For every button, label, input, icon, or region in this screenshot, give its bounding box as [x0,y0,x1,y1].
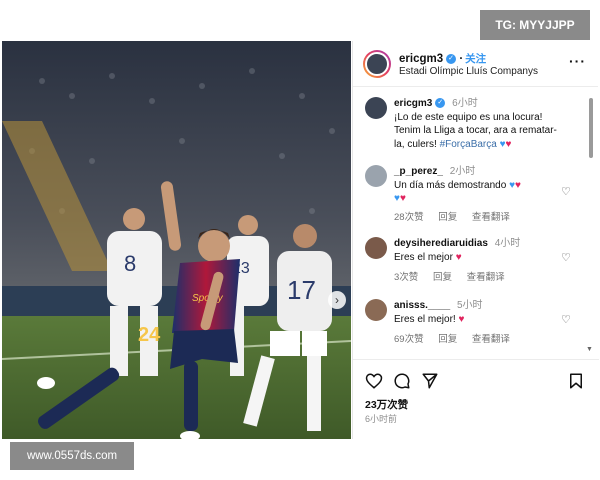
comment-time: 4小时 [494,238,521,249]
comment-time: 2小时 [449,166,476,177]
action-bar: 23万次赞 6小时前 [353,359,599,439]
post-time: 6小时前 [365,414,398,424]
jersey-number-8: 8 [124,251,136,276]
caption-time: 6小时 [452,98,478,109]
reply-button[interactable]: 回复 [433,272,452,283]
caption-line-3: la, culers! [394,138,437,150]
like-comment-icon[interactable]: ♡ [561,313,573,326]
reply-button[interactable]: 回复 [438,334,457,345]
comment-text: _p_perez_ 2小时 Un día más demostrando ♥♥ … [394,165,579,206]
football-scene: 8 23 17 Spotify 24 [2,41,351,439]
caption-username[interactable]: ericgm3 [394,98,432,109]
red-heart-icon: ♥ [458,313,465,325]
watermark-site-text: www.0557ds.com [26,450,118,462]
author-avatar[interactable] [365,52,389,76]
comment-like-count[interactable]: 3次赞 [394,272,418,283]
comment-time: 5小时 [456,300,483,311]
follow-button[interactable]: 关注 [465,53,486,65]
hashtag-link[interactable]: #ForçaBarça [440,139,497,150]
next-photo-icon[interactable]: › [328,291,346,309]
jersey-number-17: 17 [287,275,316,305]
caption-item: ericgm3 ✓ 6小时 ¡Lo de este equipo es una l… [353,97,587,157]
comment-text: anisss.____ 5小时 Eres el mejor! ♥ [394,299,579,326]
comment-item: _p_perez_ 2小时 Un día más demostrando ♥♥ … [353,165,587,227]
watermark-tg-text: TG: MYYJJPP [495,18,575,32]
share-icon[interactable] [421,372,439,390]
red-heart-icon: ♥ [505,138,512,150]
caption-text: ericgm3 ✓ 6小时 ¡Lo de este equipo es una l… [394,97,579,151]
commenter-avatar[interactable] [365,165,387,187]
like-comment-icon[interactable]: ♡ [561,251,573,264]
comments-scrollbar[interactable] [589,98,593,158]
post-panel: ericgm3 ✓ · 关注 Estadi Olímpic Lluís Compan… [352,41,599,439]
bullet-separator: · [459,53,464,65]
comment-body: Eres el mejor! [394,313,456,325]
caption-line-1: ¡Lo de este equipo es una locura! [394,111,543,123]
comment-meta: 3次赞 回复 查看翻译 [394,269,517,283]
bookmark-icon[interactable] [567,372,585,390]
scroll-down-icon[interactable]: ▼ [586,346,593,353]
post-photo[interactable]: 8 23 17 Spotify 24 › [2,41,351,439]
comment-username[interactable]: _p_perez_ [394,166,443,177]
header-username-row: ericgm3 ✓ · 关注 [399,51,486,66]
watermark-site: www.0557ds.com [10,442,134,470]
red-heart-icon: ♥ [399,193,406,204]
comment-text: deysiherediaruidias 4小时 Eres el mejor ♥ [394,237,579,264]
comments-list[interactable]: ericgm3 ✓ 6小时 ¡Lo de este equipo es una l… [353,87,599,359]
comment-like-count[interactable]: 28次赞 [394,212,424,223]
location-link[interactable]: Estadi Olímpic Lluís Companys [399,66,538,77]
comment-body: Un día más demostrando [394,179,507,191]
translate-button[interactable]: 查看翻译 [467,272,505,283]
commenter-avatar[interactable] [365,299,387,321]
caption-avatar[interactable] [365,97,387,119]
comment-body: Eres el mejor [394,251,453,263]
comment-meta: 28次赞 回复 查看翻译 [394,209,522,223]
comment-item: deysiherediaruidias 4小时 Eres el mejor ♥ … [353,237,587,285]
verified-badge-icon: ✓ [446,53,457,64]
red-heart-icon: ♥ [515,179,521,191]
translate-button[interactable]: 查看翻译 [472,334,510,345]
post-like-count[interactable]: 23万次赞 [365,397,408,412]
comment-username[interactable]: anisss.____ [394,300,450,311]
more-horizontal-icon[interactable]: ··· [569,53,586,69]
verified-badge-icon: ✓ [435,98,446,109]
comment-like-count[interactable]: 69次赞 [394,334,424,345]
author-username[interactable]: ericgm3 [399,53,443,65]
reply-button[interactable]: 回复 [438,212,457,223]
red-heart-icon: ♥ [455,251,462,263]
comment-username[interactable]: deysiherediaruidias [394,238,488,249]
comment-icon[interactable] [393,372,411,390]
watermark-tg: TG: MYYJJPP [480,10,590,40]
story-ring[interactable] [363,50,391,78]
translate-button[interactable]: 查看翻译 [472,212,510,223]
comment-item: anisss.____ 5小时 Eres el mejor! ♥ ♡ 69次赞 … [353,299,587,347]
post-header: ericgm3 ✓ · 关注 Estadi Olímpic Lluís Compan… [353,41,598,87]
caption-line-2: Tenim la Lliga a tocar, ara a rematar- [394,125,557,136]
comment-meta: 69次赞 回复 查看翻译 [394,331,522,345]
commenter-avatar[interactable] [365,237,387,259]
heart-icon[interactable] [365,372,383,390]
jersey-number-24: 24 [138,324,161,346]
like-comment-icon[interactable]: ♡ [561,185,573,198]
